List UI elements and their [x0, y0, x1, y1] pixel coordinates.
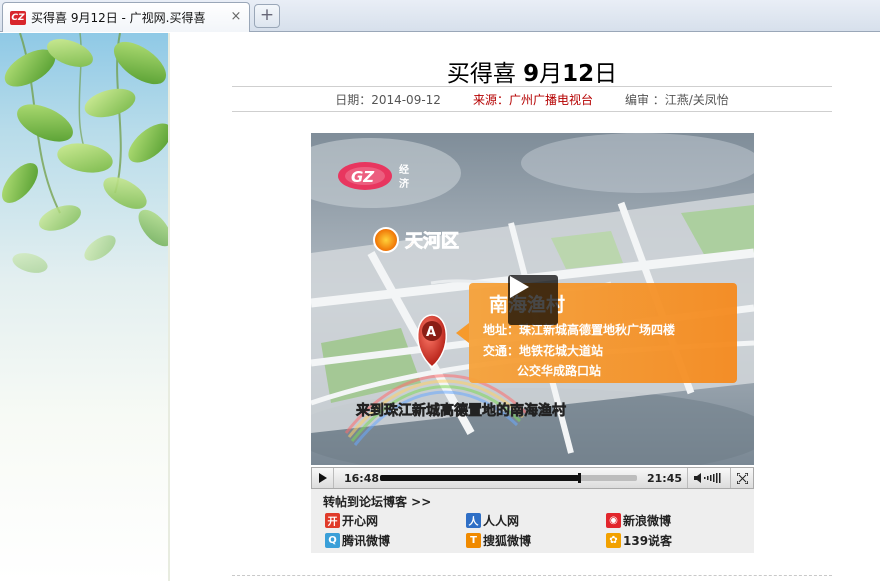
title-month-char: 月 [539, 61, 563, 87]
article: 买得喜 9月12日 日期：2014-09-12 来源：广州广播电视台 编审 ：江… [232, 33, 832, 112]
control-play-button[interactable] [312, 468, 334, 488]
district-label: 天河区 [405, 231, 459, 252]
browser-tab[interactable]: CZ 买得喜 9月12日 - 广视网.买得喜 × [2, 2, 250, 32]
share-sina-weibo[interactable]: ◉ 新浪微博 [606, 512, 671, 529]
play-icon [510, 276, 529, 298]
share-renren-label: 人人网 [483, 514, 520, 528]
share-sohu-weibo-label: 搜狐微博 [483, 534, 532, 548]
transport-line-2: 公交华成路口站 [517, 363, 601, 378]
total-time: 21:45 [647, 471, 683, 485]
channel-name-top: 经 [399, 163, 409, 176]
share-tencent-weibo-label: 腾讯微博 [342, 534, 391, 548]
title-day-char: 日 [594, 61, 618, 87]
article-date: 日期：2014-09-12 [335, 92, 441, 107]
title-day-number: 12 [562, 61, 595, 87]
article-editor: 编审 ：江燕/关凤怡 [624, 92, 729, 107]
share-sina-weibo-label: 新浪微博 [623, 514, 672, 528]
player-controls: 16:48 21:45 [311, 467, 754, 489]
video-subtitle: 来到珠江新城高德置地的南海渔村 [355, 402, 566, 419]
volume-control[interactable] [687, 468, 731, 488]
video-player[interactable]: GZ 经 济 天河区 南海渔村 地址：珠江新城高德置地秋广场四楼 交通：地铁花城… [311, 133, 754, 489]
tab-close-icon[interactable]: × [229, 10, 243, 24]
share-sohu-weibo[interactable]: T 搜狐微博 [466, 532, 531, 549]
kaixin-icon: 开 [325, 513, 340, 528]
channel-name-bottom: 济 [399, 177, 410, 190]
volume-icon [694, 473, 721, 483]
progress-bar[interactable] [380, 473, 637, 483]
shuoke-139-icon: ✿ [606, 533, 621, 548]
current-time: 16:48 [344, 471, 380, 485]
progress-handle[interactable] [577, 473, 581, 483]
transport-line-1: 交通：地铁花城大道站 [483, 343, 603, 358]
share-title: 转帖到论坛博客 >> [323, 495, 432, 509]
play-small-icon [318, 473, 327, 483]
browser-tab-bar: CZ 买得喜 9月12日 - 广视网.买得喜 × + [0, 0, 880, 32]
sina-weibo-icon: ◉ [606, 513, 621, 528]
article-meta: 日期：2014-09-12 来源：广州广播电视台 编审 ：江燕/关凤怡 [232, 86, 832, 112]
fullscreen-icon [736, 472, 748, 484]
title-month-number: 9 [523, 61, 540, 87]
channel-logo: GZ [351, 168, 375, 186]
site-favicon-icon: CZ [10, 10, 26, 25]
sohu-weibo-icon: T [466, 533, 481, 548]
share-box: 转帖到论坛博客 >> 开 开心网 人 人人网 ◉ 新浪微博 Q 腾讯微博 T 搜… [311, 489, 754, 553]
share-139-shuoke[interactable]: ✿ 139说客 [606, 532, 672, 549]
progress-fill [380, 475, 579, 481]
new-tab-button[interactable]: + [254, 4, 280, 28]
share-kaixin-label: 开心网 [342, 514, 379, 528]
map-pin-letter: A [426, 325, 436, 340]
renren-icon: 人 [466, 513, 481, 528]
video-screen[interactable]: GZ 经 济 天河区 南海渔村 地址：珠江新城高德置地秋广场四楼 交通：地铁花城… [311, 133, 754, 465]
title-prefix: 买得喜 [446, 61, 524, 87]
share-kaixin[interactable]: 开 开心网 [325, 512, 378, 529]
article-title: 买得喜 9月12日 [232, 54, 832, 87]
play-overlay-button[interactable] [508, 275, 558, 325]
tab-title: 买得喜 9月12日 - 广视网.买得喜 [31, 11, 206, 25]
fullscreen-button[interactable] [731, 468, 753, 488]
share-tencent-weibo[interactable]: Q 腾讯微博 [325, 532, 390, 549]
decorative-leaves-panel [0, 33, 170, 581]
article-source: 来源：广州广播电视台 [472, 92, 593, 107]
bottom-divider [232, 575, 832, 576]
tencent-weibo-icon: Q [325, 533, 340, 548]
share-139-shuoke-label: 139说客 [623, 534, 673, 548]
leaves-illustration [2, 33, 168, 273]
share-renren[interactable]: 人 人人网 [466, 512, 519, 529]
